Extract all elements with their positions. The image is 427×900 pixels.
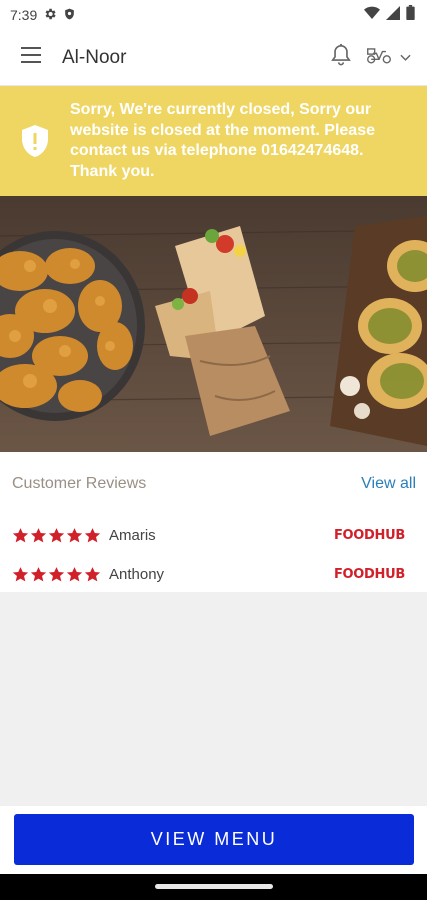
star-icon bbox=[30, 528, 47, 543]
star-icon bbox=[48, 567, 65, 582]
review-item[interactable]: Anthony FOODHUB bbox=[0, 555, 427, 594]
app-bar: Al-Noor bbox=[0, 30, 427, 86]
shield-icon bbox=[63, 7, 76, 24]
system-navigation-bar bbox=[0, 874, 427, 900]
closed-banner: Sorry, We're currently closed, Sorry our… bbox=[0, 86, 427, 196]
chevron-down-icon bbox=[400, 49, 411, 67]
status-left: 7:39 bbox=[10, 7, 76, 24]
bell-icon bbox=[330, 43, 352, 72]
scooter-icon bbox=[366, 45, 392, 70]
reviewer-name: Anthony bbox=[109, 566, 165, 583]
battery-icon bbox=[406, 5, 415, 25]
rating-stars bbox=[12, 527, 109, 544]
signal-icon bbox=[386, 5, 400, 25]
app-actions bbox=[330, 43, 427, 72]
bottom-action-bar: VIEW MENU bbox=[0, 806, 427, 874]
reviews-title: Customer Reviews bbox=[12, 475, 147, 492]
settings-icon bbox=[43, 7, 57, 24]
reviewer-name: Amaris bbox=[109, 527, 156, 544]
star-icon bbox=[12, 567, 29, 582]
notifications-button[interactable] bbox=[330, 43, 352, 72]
star-icon bbox=[12, 528, 29, 543]
menu-button[interactable] bbox=[0, 30, 62, 86]
review-source-logo: FOODHUB bbox=[333, 528, 405, 543]
star-icon bbox=[84, 528, 101, 543]
review-item[interactable]: Amaris FOODHUB bbox=[0, 516, 427, 555]
reviews-header: Customer Reviews View all bbox=[0, 452, 427, 516]
content-background bbox=[0, 592, 427, 806]
delivery-mode-selector[interactable] bbox=[366, 45, 411, 70]
customer-reviews-section: Customer Reviews View all Amaris FOODHUB… bbox=[0, 452, 427, 592]
view-menu-button[interactable]: VIEW MENU bbox=[14, 814, 414, 865]
review-source-logo: FOODHUB bbox=[333, 567, 405, 582]
shield-alert-icon bbox=[0, 124, 70, 158]
view-all-reviews-link[interactable]: View all bbox=[361, 475, 416, 493]
page-title: Al-Noor bbox=[62, 46, 127, 68]
hero-image bbox=[0, 196, 427, 452]
star-icon bbox=[30, 567, 47, 582]
menu-icon bbox=[21, 47, 41, 68]
star-icon bbox=[66, 528, 83, 543]
star-icon bbox=[66, 567, 83, 582]
wifi-icon bbox=[364, 6, 380, 25]
star-icon bbox=[84, 567, 101, 582]
status-time: 7:39 bbox=[10, 7, 38, 23]
closed-message: Sorry, We're currently closed, Sorry our… bbox=[70, 101, 375, 180]
status-right bbox=[364, 5, 415, 25]
status-bar: 7:39 bbox=[0, 0, 427, 30]
rating-stars bbox=[12, 566, 109, 583]
home-gesture-handle[interactable] bbox=[155, 884, 273, 889]
star-icon bbox=[48, 528, 65, 543]
